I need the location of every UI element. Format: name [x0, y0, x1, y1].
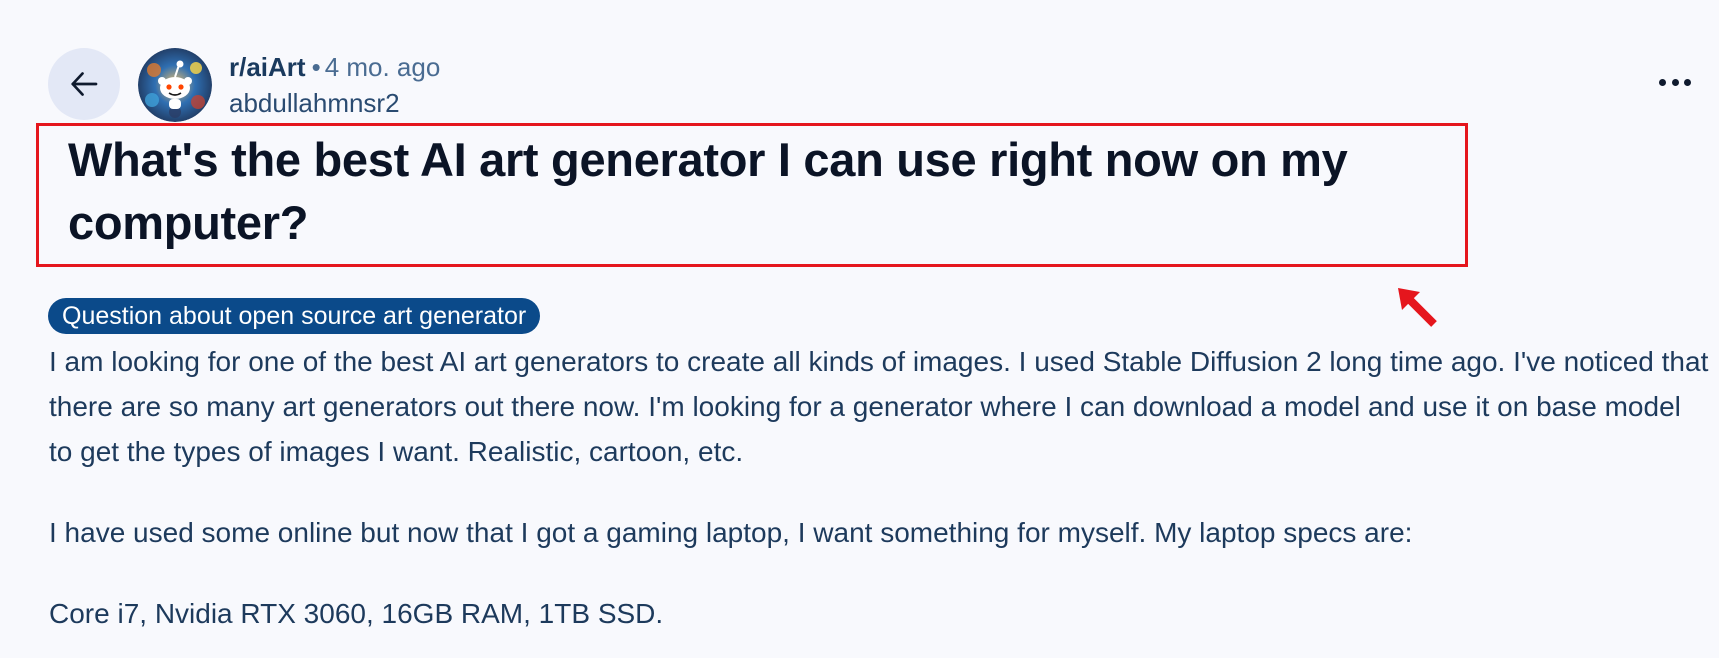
subreddit-avatar[interactable] [138, 48, 212, 122]
post-page: r/aiArt • 4 mo. ago abdullahmnsr2 What's t… [0, 0, 1719, 658]
post-body-paragraph: I have used some online but now that I g… [49, 517, 1413, 548]
red-arrow-pointer-icon [1398, 288, 1437, 327]
subreddit-avatar-image [138, 48, 212, 122]
post-flair[interactable]: Question about open source art generator [48, 298, 541, 334]
post-body-paragraph: Core i7, Nvidia RTX 3060, 16GB RAM, 1TB … [49, 598, 664, 629]
more-horizontal-icon-dot [1684, 78, 1691, 86]
back-button[interactable] [48, 48, 120, 120]
overflow-menu-button[interactable] [1659, 70, 1691, 94]
post-title: What's the best AI art generator I can u… [68, 133, 1348, 249]
more-horizontal-icon-dot [1671, 78, 1679, 86]
more-horizontal-icon [1659, 78, 1666, 86]
post-meta: r/aiArt • 4 mo. ago [229, 50, 440, 84]
arrow-left-icon [71, 72, 98, 96]
meta-separator: • [311, 52, 321, 82]
author-name[interactable]: abdullahmnsr2 [229, 86, 400, 120]
subreddit-name[interactable]: r/aiArt [229, 52, 306, 82]
post-age: 4 mo. ago [324, 52, 441, 82]
post-body-paragraph: I am looking for one of the best AI art … [49, 346, 1709, 467]
